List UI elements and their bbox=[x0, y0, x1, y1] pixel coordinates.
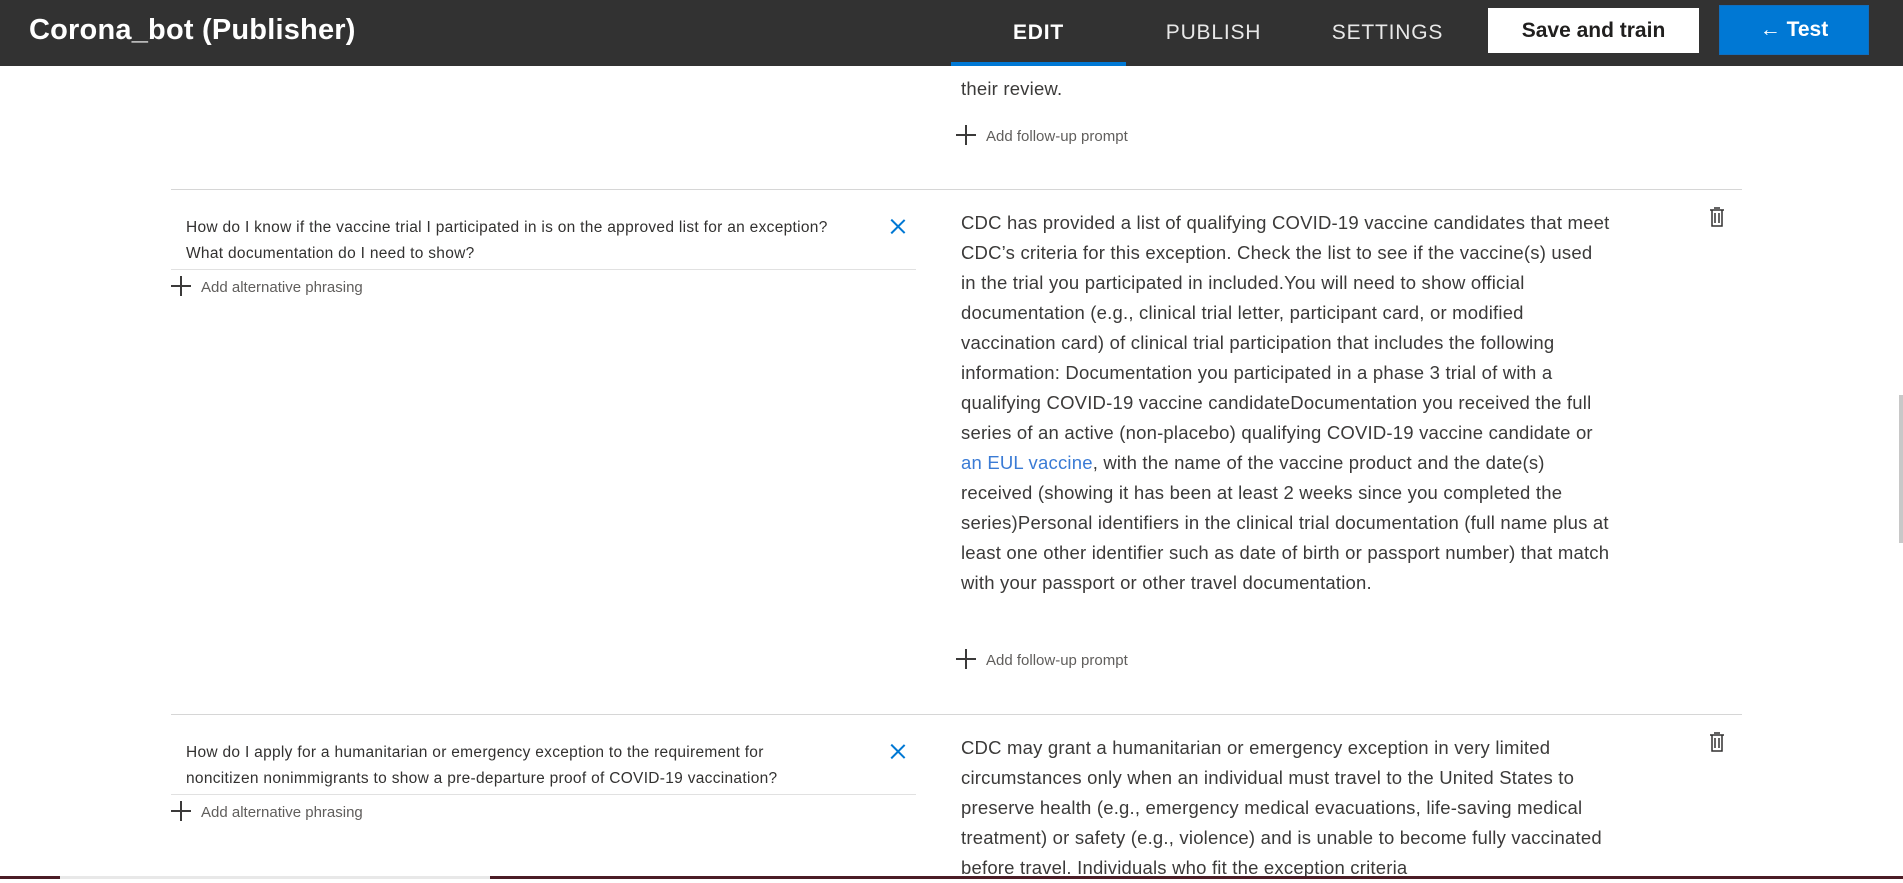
plus-icon bbox=[956, 649, 976, 670]
save-and-train-button[interactable]: Save and train bbox=[1488, 8, 1699, 53]
app-title: Corona_bot (Publisher) bbox=[29, 14, 356, 46]
trash-icon[interactable] bbox=[1707, 731, 1727, 753]
tab-edit[interactable]: EDIT bbox=[951, 0, 1126, 66]
add-alternative-label: Add alternative phrasing bbox=[201, 279, 363, 296]
question-line: noncitizen nonimmigrants to show a pre-d… bbox=[186, 770, 778, 787]
answer-segment: CDC has provided a list of qualifying CO… bbox=[961, 212, 1610, 443]
close-icon[interactable] bbox=[890, 744, 906, 760]
add-alternative-phrasing-button[interactable]: Add alternative phrasing bbox=[171, 276, 363, 300]
plus-icon bbox=[956, 125, 976, 146]
question-line: How do I know if the vaccine trial I par… bbox=[186, 219, 828, 236]
active-tab-indicator bbox=[951, 62, 1126, 66]
tab-settings[interactable]: SETTINGS bbox=[1300, 0, 1475, 66]
answer-text[interactable]: their review. bbox=[961, 74, 1611, 104]
eul-vaccine-link[interactable]: an EUL vaccine bbox=[961, 452, 1093, 473]
add-follow-up-prompt-button[interactable]: Add follow-up prompt bbox=[956, 649, 1128, 673]
question-text[interactable]: How do I know if the vaccine trial I par… bbox=[186, 215, 886, 267]
question-underline bbox=[171, 269, 916, 270]
close-icon[interactable] bbox=[890, 219, 906, 235]
row-divider bbox=[171, 189, 1742, 190]
question-text[interactable]: How do I apply for a humanitarian or eme… bbox=[186, 740, 886, 792]
question-underline bbox=[171, 794, 916, 795]
answer-segment: , with the name of the vaccine product a… bbox=[961, 452, 1610, 593]
question-line: What documentation do I need to show? bbox=[186, 245, 475, 262]
plus-icon bbox=[171, 801, 191, 822]
top-bar: Corona_bot (Publisher) EDIT PUBLISH SETT… bbox=[0, 0, 1903, 66]
add-alternative-label: Add alternative phrasing bbox=[201, 804, 363, 821]
add-follow-up-prompt-button[interactable]: Add follow-up prompt bbox=[956, 125, 1128, 149]
add-follow-up-label: Add follow-up prompt bbox=[986, 128, 1128, 145]
scrollbar-thumb[interactable] bbox=[1899, 395, 1903, 543]
add-follow-up-label: Add follow-up prompt bbox=[986, 652, 1128, 669]
plus-icon bbox=[171, 276, 191, 297]
trash-icon[interactable] bbox=[1707, 206, 1727, 228]
row-divider bbox=[171, 714, 1742, 715]
add-alternative-phrasing-button[interactable]: Add alternative phrasing bbox=[171, 801, 363, 825]
answer-text[interactable]: CDC has provided a list of qualifying CO… bbox=[961, 208, 1611, 598]
tab-publish[interactable]: PUBLISH bbox=[1126, 0, 1301, 66]
answer-text[interactable]: CDC may grant a humanitarian or emergenc… bbox=[961, 733, 1611, 883]
question-line: How do I apply for a humanitarian or eme… bbox=[186, 744, 764, 761]
kb-editor: their review. Add follow-up prompt How d… bbox=[0, 66, 1903, 879]
test-button[interactable]: ← Test bbox=[1719, 5, 1869, 55]
